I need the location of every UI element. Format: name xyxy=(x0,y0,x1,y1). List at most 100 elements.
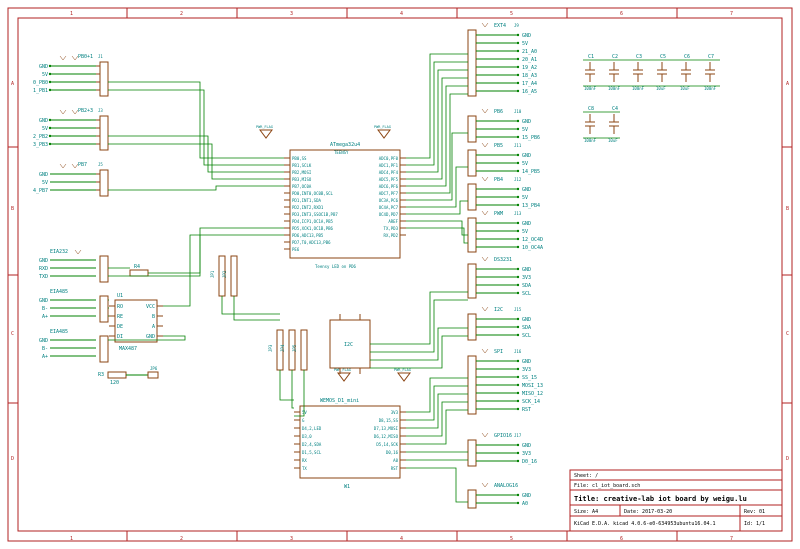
schematic-canvas: AA BB CC DD 11 22 33 44 55 66 77 Sheet: … xyxy=(0,0,800,549)
svg-text:GND: GND xyxy=(522,317,531,323)
svg-text:GND: GND xyxy=(522,443,531,449)
svg-text:PB7: PB7 xyxy=(78,162,87,168)
svg-text:D5,14,SCK: D5,14,SCK xyxy=(376,442,398,447)
left-headers: PB0+1 J1 GND 5V 0_PB0 1_PB1 PB2+3 J3 GND… xyxy=(33,54,108,362)
size-label: Size: A4 xyxy=(574,509,598,515)
svg-text:GND: GND xyxy=(522,153,531,159)
svg-text:100nF: 100nF xyxy=(704,86,717,91)
svg-text:EIA485: EIA485 xyxy=(50,329,68,335)
svg-text:R3: R3 xyxy=(98,372,104,378)
svg-text:ADC4,PF4: ADC4,PF4 xyxy=(379,170,399,175)
svg-text:10uF: 10uF xyxy=(680,86,690,91)
svg-text:SDA: SDA xyxy=(522,283,531,289)
svg-text:J16: J16 xyxy=(514,349,522,354)
svg-text:B: B xyxy=(786,206,789,212)
svg-text:C8: C8 xyxy=(588,106,594,112)
svg-text:A+: A+ xyxy=(42,314,48,320)
svg-text:EIA485: EIA485 xyxy=(50,289,68,295)
svg-text:ADC1,PF1: ADC1,PF1 xyxy=(379,163,399,168)
date-label: Date: 2017-03-20 xyxy=(624,509,672,515)
svg-text:D3,0: D3,0 xyxy=(302,434,312,439)
jumpers: JP1 JP2 JP3 JP4 JP5 xyxy=(210,256,307,370)
svg-text:ADC0,PF0: ADC0,PF0 xyxy=(379,156,399,161)
svg-text:GND: GND xyxy=(522,33,531,39)
svg-text:SDA: SDA xyxy=(522,325,531,331)
svg-text:PWM: PWM xyxy=(494,211,503,217)
svg-text:OC3A,PC6: OC3A,PC6 xyxy=(379,198,399,203)
svg-text:PB6: PB6 xyxy=(494,109,503,115)
svg-text:PB4: PB4 xyxy=(494,177,503,183)
svg-text:D0_16: D0_16 xyxy=(522,459,537,465)
svg-text:GND: GND xyxy=(522,119,531,125)
svg-text:VCC: VCC xyxy=(146,304,155,310)
svg-text:PB3,MISO: PB3,MISO xyxy=(292,177,312,182)
svg-text:W1: W1 xyxy=(344,484,350,490)
svg-text:5V: 5V xyxy=(302,410,307,415)
svg-text:GND: GND xyxy=(39,258,48,264)
svg-text:J11: J11 xyxy=(514,143,522,148)
svg-text:PD6,ADC13,PB5: PD6,ADC13,PB5 xyxy=(292,233,324,238)
svg-text:3_PB3: 3_PB3 xyxy=(33,142,48,148)
capacitors: C1100nFC2100nFC3100nFC510uFC610uFC7100nF… xyxy=(584,54,717,143)
file-label: File: cl_iot_board.sch xyxy=(574,483,640,489)
svg-text:17_A4: 17_A4 xyxy=(522,81,537,87)
svg-text:3V3: 3V3 xyxy=(522,451,531,457)
svg-text:D7,13,MOSI: D7,13,MOSI xyxy=(374,426,399,431)
svg-text:100nF: 100nF xyxy=(584,138,597,143)
svg-text:JP3: JP3 xyxy=(268,344,273,352)
svg-text:J13: J13 xyxy=(514,211,522,216)
svg-text:PWR_FLAG: PWR_FLAG xyxy=(394,368,411,372)
svg-text:D: D xyxy=(11,456,14,462)
svg-text:PD0,INT0,OC0B,SCL: PD0,INT0,OC0B,SCL xyxy=(292,191,334,196)
svg-text:GND: GND xyxy=(146,334,155,340)
svg-text:18_A3: 18_A3 xyxy=(522,73,537,79)
svg-text:10uF: 10uF xyxy=(656,86,666,91)
svg-text:TXD: TXD xyxy=(39,274,48,280)
rev-label: Rev: 01 xyxy=(744,509,765,515)
svg-text:PWR_FLAG: PWR_FLAG xyxy=(334,368,351,372)
svg-text:SCK_14: SCK_14 xyxy=(522,399,540,405)
svg-text:DI: DI xyxy=(117,334,123,340)
svg-text:ADC7,PF7: ADC7,PF7 xyxy=(379,191,399,196)
svg-text:D1,5,SCL: D1,5,SCL xyxy=(302,450,322,455)
svg-text:AREF: AREF xyxy=(388,219,398,224)
svg-text:21_A0: 21_A0 xyxy=(522,49,537,55)
svg-text:PB2,MOSI: PB2,MOSI xyxy=(292,170,312,175)
svg-text:GPIO16: GPIO16 xyxy=(494,433,512,439)
title-block: Sheet: / File: cl_iot_board.sch Title: c… xyxy=(570,470,782,531)
svg-text:2: 2 xyxy=(180,536,183,542)
svg-text:ADC6,PF6: ADC6,PF6 xyxy=(379,184,399,189)
svg-text:RX: RX xyxy=(302,458,307,463)
svg-text:GND: GND xyxy=(522,359,531,365)
svg-text:C5: C5 xyxy=(660,54,666,60)
svg-text:DS3231: DS3231 xyxy=(494,257,512,263)
svg-text:GND: GND xyxy=(522,187,531,193)
svg-text:4_PB7: 4_PB7 xyxy=(33,188,48,194)
svg-text:J10: J10 xyxy=(514,109,522,114)
svg-text:100nF: 100nF xyxy=(632,86,645,91)
svg-text:6: 6 xyxy=(620,536,623,542)
svg-text:WEMOS_D1_mini: WEMOS_D1_mini xyxy=(320,398,359,404)
svg-text:10_OC4A: 10_OC4A xyxy=(522,245,543,251)
svg-text:C4: C4 xyxy=(612,106,618,112)
svg-text:MISO_12: MISO_12 xyxy=(522,391,543,397)
svg-text:PD2,INT2,RXD1: PD2,INT2,RXD1 xyxy=(292,205,324,210)
svg-text:7: 7 xyxy=(730,536,733,542)
svg-text:RST: RST xyxy=(522,407,531,413)
svg-text:D4,2,LED: D4,2,LED xyxy=(302,426,322,431)
svg-text:D0,16: D0,16 xyxy=(386,450,399,455)
svg-text:JP6: JP6 xyxy=(150,366,158,371)
svg-text:C7: C7 xyxy=(708,54,714,60)
i2c-block: I2C xyxy=(330,314,370,374)
svg-text:PB0+1: PB0+1 xyxy=(78,54,93,60)
svg-text:1_PB1: 1_PB1 xyxy=(33,88,48,94)
svg-text:A+: A+ xyxy=(42,354,48,360)
svg-text:J15: J15 xyxy=(514,307,522,312)
svg-text:5V: 5V xyxy=(42,180,48,186)
svg-text:OC4D,PD7: OC4D,PD7 xyxy=(379,212,399,217)
svg-text:3: 3 xyxy=(290,536,293,542)
svg-text:D8,15,SS: D8,15,SS xyxy=(379,418,399,423)
svg-text:14_PB5: 14_PB5 xyxy=(522,169,540,175)
svg-text:G: G xyxy=(302,418,305,423)
svg-text:7: 7 xyxy=(730,11,733,17)
